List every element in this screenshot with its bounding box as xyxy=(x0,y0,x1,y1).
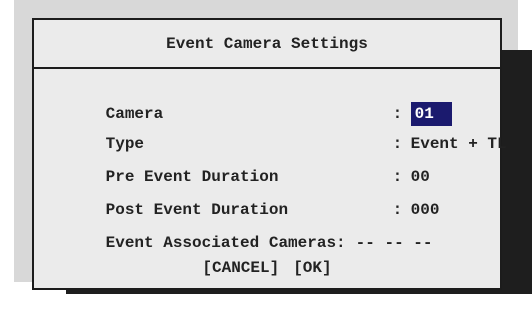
dialog-buttons: [CANCEL] [OK] xyxy=(34,256,500,280)
setting-row-pre-event-duration[interactable]: Pre Event Duration:00 xyxy=(48,141,430,186)
cancel-button[interactable]: [CANCEL] xyxy=(202,256,279,280)
setting-row-type[interactable]: Type: Event + TL xyxy=(48,108,507,153)
setting-row-associated-cameras[interactable]: Event Associated Cameras: -- -- -- xyxy=(48,207,433,252)
ok-button[interactable]: [OK] xyxy=(293,256,331,280)
title-divider xyxy=(34,67,500,69)
setting-row-post-event-duration[interactable]: Post Event Duration:000 xyxy=(48,174,440,219)
dialog-title: Event Camera Settings xyxy=(166,35,368,53)
associated-cameras-field[interactable]: -- -- -- xyxy=(356,231,433,255)
setting-label: Event Associated Cameras xyxy=(105,234,337,252)
osd-screen: Event Camera Settings Camera:01 Type: Eve… xyxy=(0,0,532,322)
setting-row-camera[interactable]: Camera:01 xyxy=(48,78,452,126)
event-camera-settings-dialog: Event Camera Settings Camera:01 Type: Eve… xyxy=(32,18,507,290)
separator: : xyxy=(336,234,346,252)
